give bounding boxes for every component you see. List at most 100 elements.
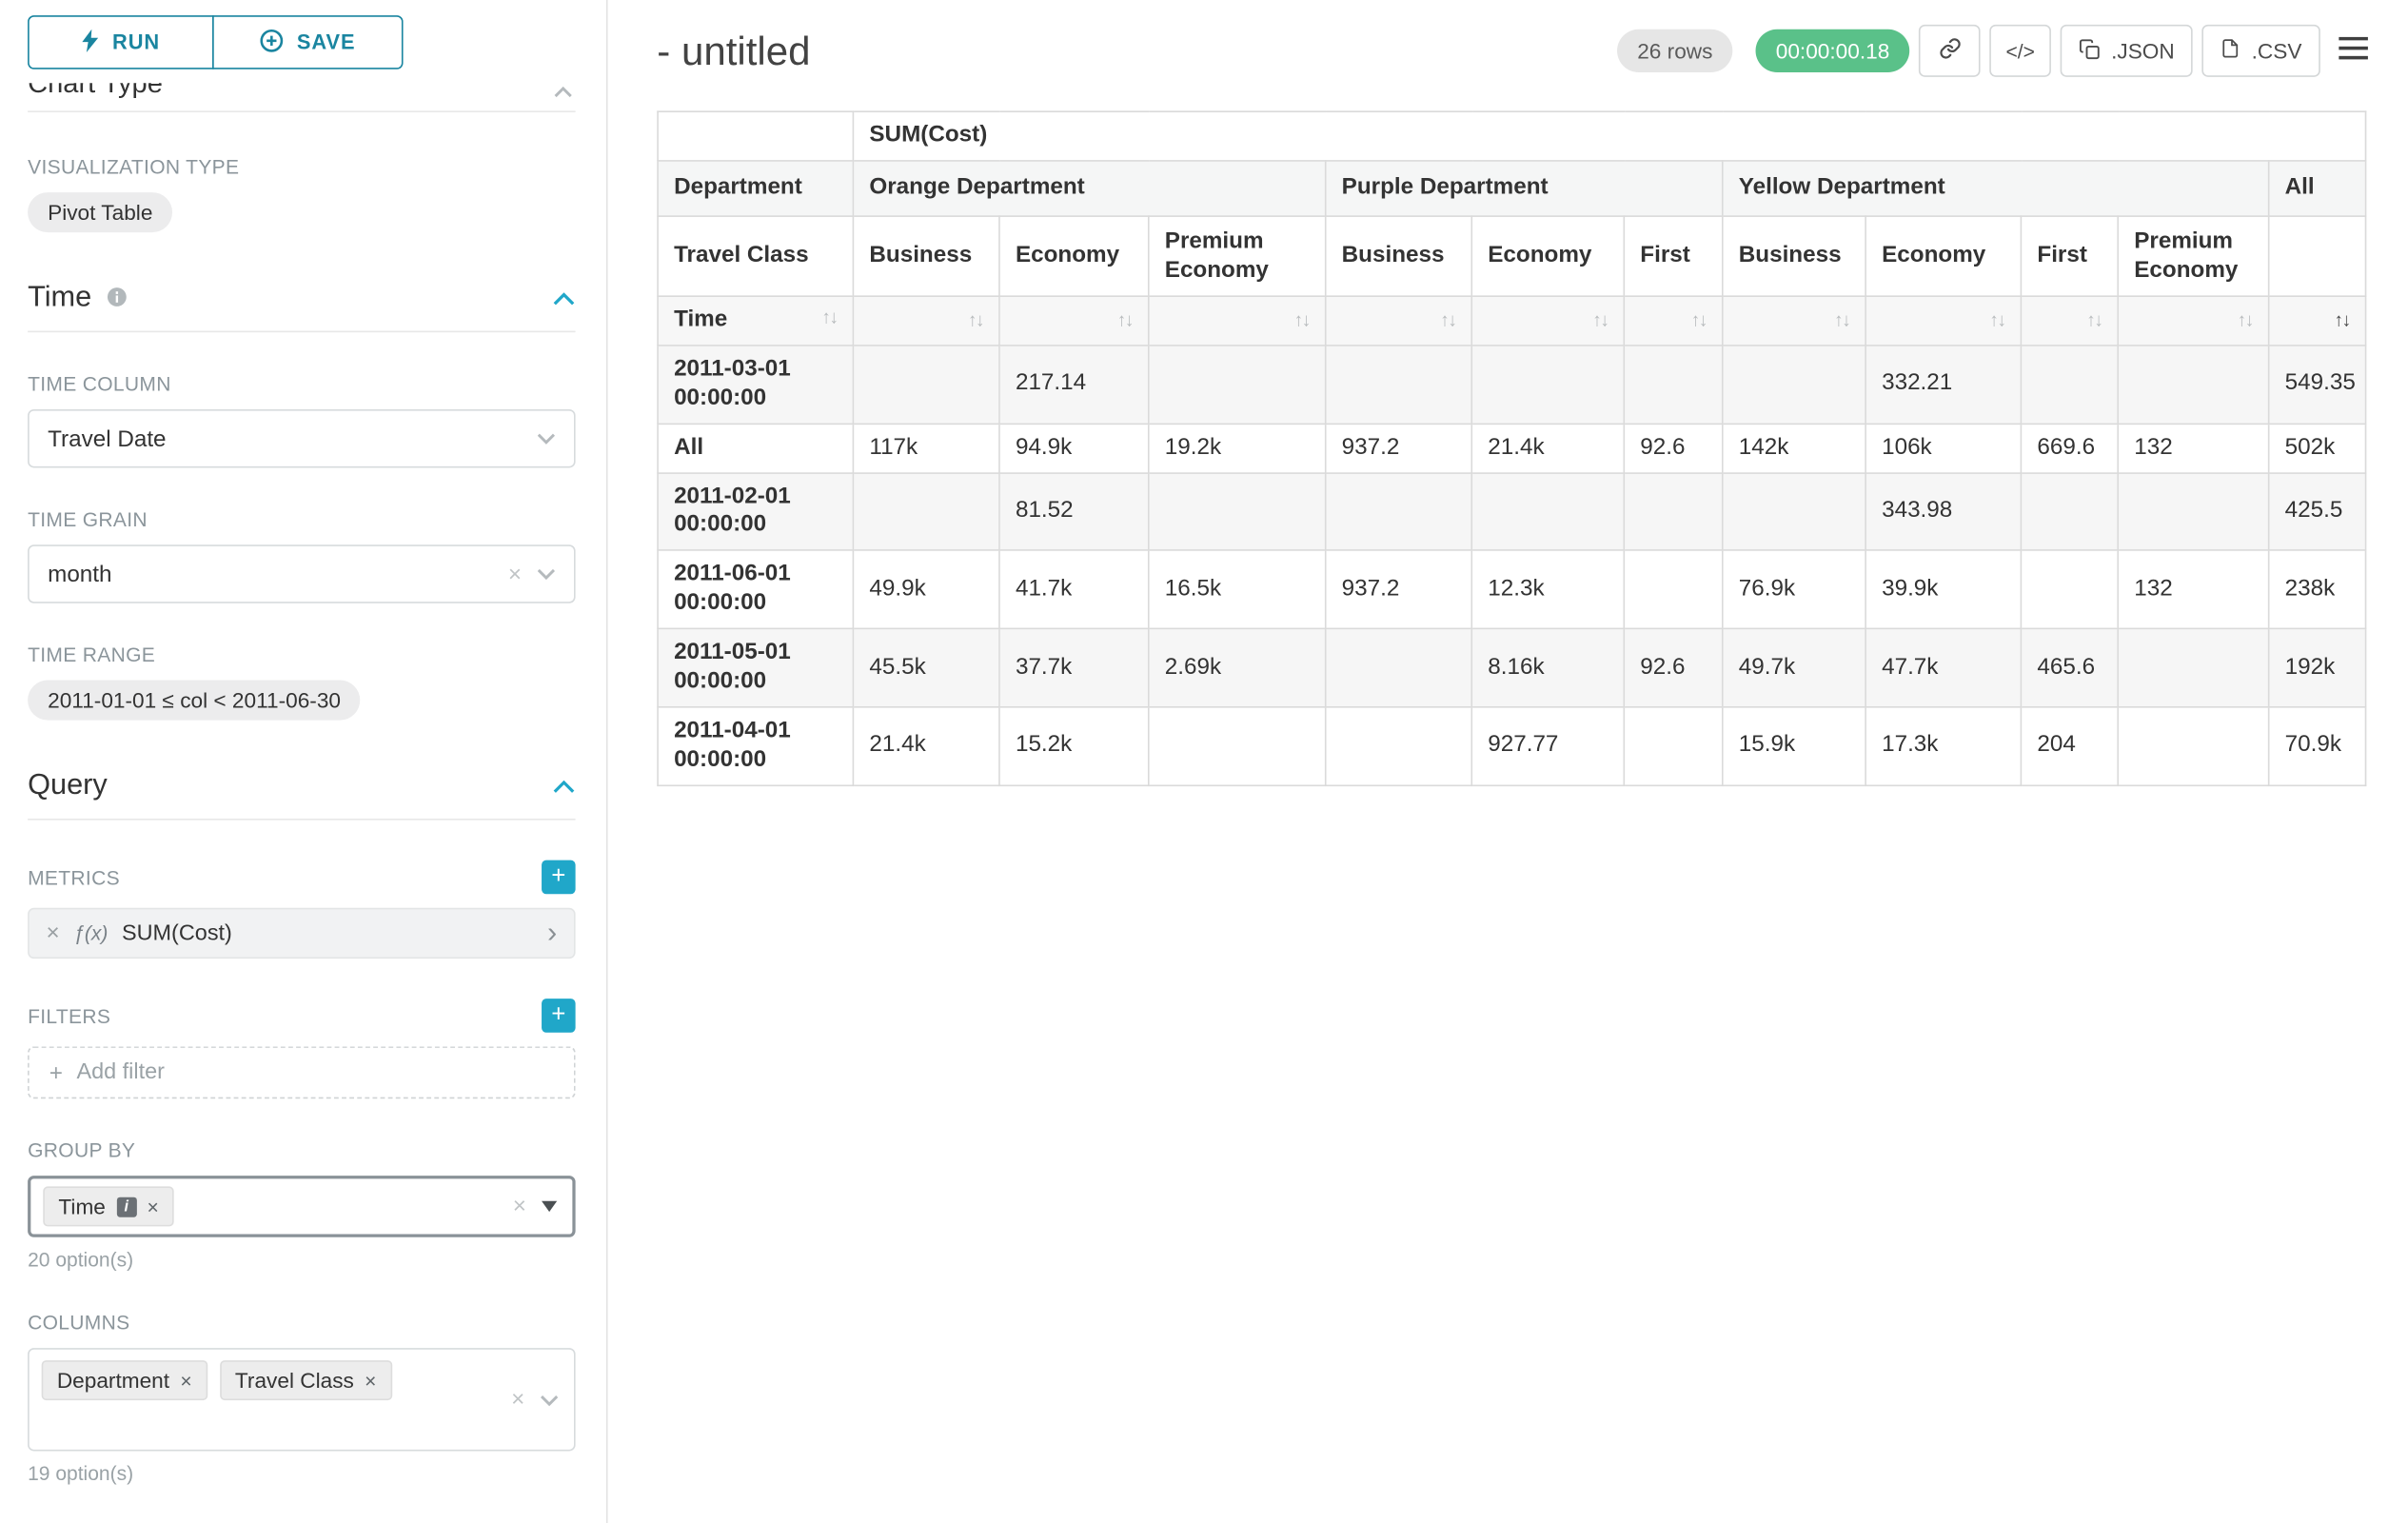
class-header: First <box>2021 216 2118 296</box>
remove-metric-icon[interactable]: × <box>46 920 59 946</box>
sort-icon[interactable]: ↑↓ <box>1989 309 2004 332</box>
chevron-up-icon[interactable] <box>554 83 572 103</box>
share-link-button[interactable] <box>1919 25 1981 77</box>
pivot-value-cell: 45.5k <box>853 629 999 707</box>
pivot-value-cell: 81.52 <box>999 472 1149 550</box>
pivot-value-cell: 21.4k <box>1471 424 1624 473</box>
pivot-value-cell: 21.4k <box>853 707 999 785</box>
metric-option[interactable]: × ƒ(x) SUM(Cost) › <box>28 908 576 959</box>
pivot-row-header: All <box>658 424 853 473</box>
pivot-value-cell <box>2118 346 2268 424</box>
sort-icon[interactable]: ↑↓ <box>1294 309 1310 332</box>
columns-select[interactable]: Department × Travel Class × × <box>28 1348 576 1451</box>
pivot-value-cell <box>2118 629 2268 707</box>
columns-tag[interactable]: Department × <box>42 1360 207 1400</box>
pivot-value-cell: 2.69k <box>1149 629 1326 707</box>
control-panel-scroll[interactable]: Chart Type VISUALIZATION TYPE Pivot Tabl… <box>0 78 606 1485</box>
sort-header[interactable]: ↑↓ <box>1471 296 1624 346</box>
pivot-value-cell: 238k <box>2269 550 2366 628</box>
pivot-value-cell <box>1624 346 1722 424</box>
sort-header[interactable]: ↑↓ <box>1865 296 2021 346</box>
class-header: Business <box>1723 216 1865 296</box>
remove-tag-icon[interactable]: × <box>148 1195 159 1217</box>
copy-icon <box>2079 38 2101 64</box>
pivot-value-cell: 343.98 <box>1865 472 2021 550</box>
pivot-row: 2011-05-01 00:00:0045.5k37.7k2.69k8.16k9… <box>658 629 2365 707</box>
group-by-label: GROUP BY <box>28 1138 576 1161</box>
save-button[interactable]: SAVE <box>212 15 403 69</box>
sort-header[interactable]: ↑↓ <box>2118 296 2268 346</box>
sort-header[interactable]: ↑↓ <box>853 296 999 346</box>
column-info-icon: i <box>116 1197 136 1216</box>
department-header: Yellow Department <box>1723 161 2269 216</box>
clear-icon[interactable]: × <box>508 561 522 586</box>
run-button[interactable]: RUN <box>28 15 214 69</box>
group-by-tag[interactable]: Time i × <box>43 1186 174 1226</box>
control-panel: RUN SAVE Chart Type VISUALIZATION TYPE P… <box>0 0 608 1523</box>
sort-header[interactable]: ↑↓ <box>999 296 1149 346</box>
clear-icon[interactable]: × <box>513 1194 526 1219</box>
sort-header[interactable]: ↑↓ <box>1723 296 1865 346</box>
remove-tag-icon[interactable]: × <box>365 1369 376 1392</box>
chart-type-section-header: Chart Type <box>28 83 576 103</box>
dropdown-arrow-icon[interactable] <box>542 1201 557 1212</box>
columns-tag[interactable]: Travel Class × <box>220 1360 392 1400</box>
class-header: Economy <box>1471 216 1624 296</box>
export-csv-button[interactable]: .CSV <box>2202 25 2320 77</box>
metric-header-row: SUM(Cost) <box>658 111 2365 161</box>
view-query-button[interactable]: </> <box>1989 25 2051 77</box>
sort-icon[interactable]: ↑↓ <box>1834 309 1849 332</box>
metric-name: SUM(Cost) <box>122 921 232 946</box>
pivot-value-cell <box>1624 550 1722 628</box>
sort-desc-icon[interactable]: ↑↓ <box>2334 309 2349 332</box>
export-csv-label: .CSV <box>2252 38 2302 63</box>
group-by-select[interactable]: Time i × × <box>28 1176 576 1237</box>
collapse-query-section-icon[interactable] <box>552 780 575 794</box>
pivot-value-cell: 17.3k <box>1865 707 2021 785</box>
add-metric-button[interactable]: + <box>542 860 576 895</box>
sort-icon[interactable]: ↑↓ <box>968 309 983 332</box>
pivot-value-cell: 332.21 <box>1865 346 2021 424</box>
time-range-value[interactable]: 2011-01-01 ≤ col < 2011-06-30 <box>28 681 361 721</box>
sort-icon[interactable]: ↑↓ <box>1592 309 1608 332</box>
info-icon <box>106 287 128 316</box>
sort-header[interactable]: ↑↓ <box>1326 296 1472 346</box>
sort-header-active[interactable]: ↑↓ <box>2269 296 2366 346</box>
menu-button[interactable] <box>2339 37 2368 65</box>
remove-tag-icon[interactable]: × <box>180 1369 191 1392</box>
pivot-value-cell <box>2118 472 2268 550</box>
sort-icon[interactable]: ↑↓ <box>2238 309 2253 332</box>
add-filter-plus-button[interactable]: + <box>542 999 576 1033</box>
pivot-value-cell: 76.9k <box>1723 550 1865 628</box>
time-grain-value: month <box>48 561 508 586</box>
pivot-value-cell: 927.77 <box>1471 707 1624 785</box>
filters-label-row: FILTERS + <box>28 999 576 1033</box>
sort-header[interactable]: ↑↓ <box>2021 296 2118 346</box>
pivot-value-cell: 47.7k <box>1865 629 2021 707</box>
time-column-select[interactable]: Travel Date <box>28 409 576 467</box>
pivot-value-cell <box>2021 472 2118 550</box>
time-grain-label: TIME GRAIN <box>28 507 576 530</box>
sort-icon[interactable]: ↑↓ <box>1691 309 1707 332</box>
pivot-value-cell: 142k <box>1723 424 1865 473</box>
pivot-row-header: 2011-06-01 00:00:00 <box>658 550 853 628</box>
export-json-button[interactable]: .JSON <box>2061 25 2193 77</box>
visualization-type-value[interactable]: Pivot Table <box>28 192 172 232</box>
pivot-value-cell <box>1471 472 1624 550</box>
sort-icon[interactable]: ↑↓ <box>821 307 837 329</box>
action-buttons: RUN SAVE <box>0 0 606 78</box>
clear-icon[interactable]: × <box>511 1387 524 1413</box>
caret-right-icon[interactable]: › <box>547 919 557 948</box>
sort-header[interactable]: ↑↓ <box>1624 296 1722 346</box>
sort-icon[interactable]: ↑↓ <box>1440 309 1455 332</box>
time-column-value: Travel Date <box>48 425 537 451</box>
chevron-down-icon[interactable] <box>540 1386 558 1414</box>
time-grain-select[interactable]: month × <box>28 544 576 603</box>
add-filter-button[interactable]: + Add filter <box>28 1046 576 1098</box>
sort-header[interactable]: ↑↓ <box>1149 296 1326 346</box>
time-sort-header[interactable]: Time ↑↓ <box>658 296 853 346</box>
sort-icon[interactable]: ↑↓ <box>1117 309 1133 332</box>
class-header: Economy <box>999 216 1149 296</box>
collapse-time-section-icon[interactable] <box>552 291 575 306</box>
sort-icon[interactable]: ↑↓ <box>2086 309 2102 332</box>
